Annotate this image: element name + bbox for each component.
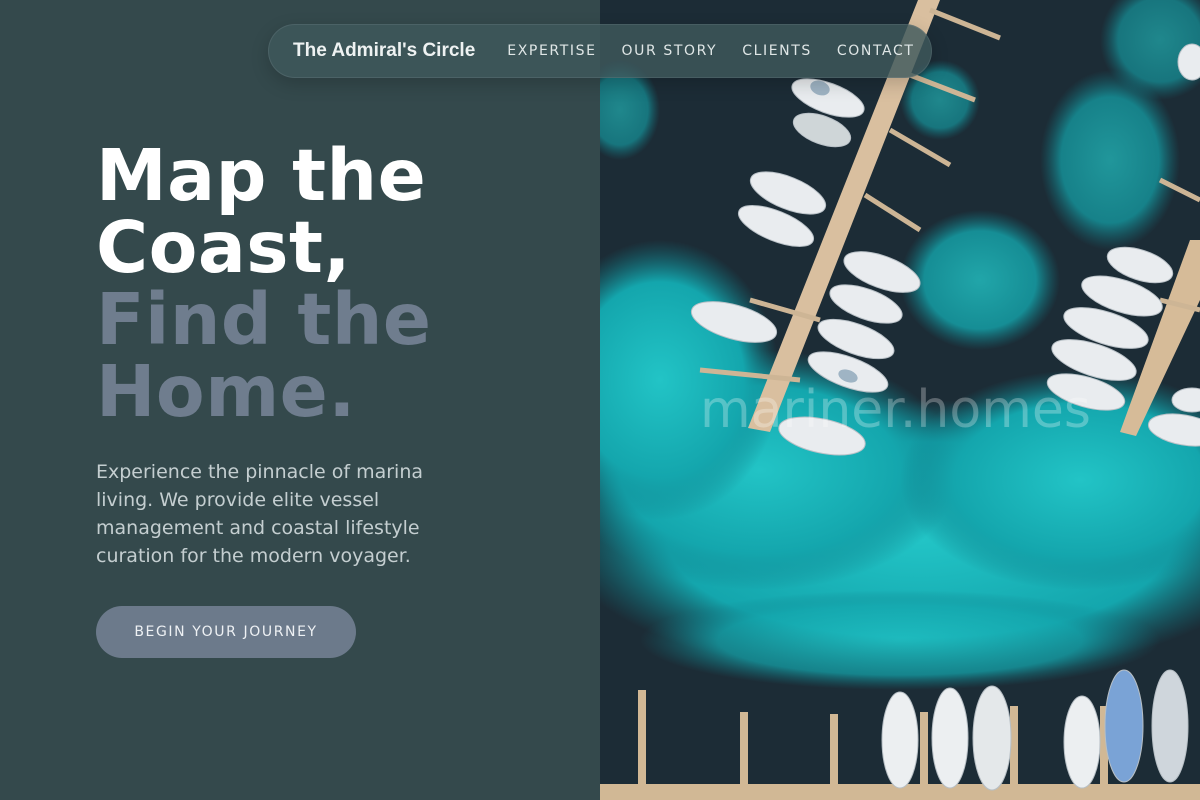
hero-section: Map the Coast, Find the Home. Experience… xyxy=(96,140,576,570)
top-navbar: The Admiral's Circle EXPERTISE OUR STORY… xyxy=(268,24,932,78)
headline-line-4: Home. xyxy=(96,350,356,433)
headline-line-1: Map the xyxy=(96,134,427,217)
hero-headline: Map the Coast, Find the Home. xyxy=(96,140,576,428)
hero-subtitle: Experience the pinnacle of marina living… xyxy=(96,461,424,567)
headline-line-3: Find the xyxy=(96,278,432,361)
nav-link-contact[interactable]: CONTACT xyxy=(837,43,915,59)
nav-link-expertise[interactable]: EXPERTISE xyxy=(507,43,596,59)
nav-link-our-story[interactable]: OUR STORY xyxy=(622,43,718,59)
begin-journey-button[interactable]: BEGIN YOUR JOURNEY xyxy=(96,606,356,658)
nav-links: EXPERTISE OUR STORY CLIENTS CONTACT xyxy=(507,43,914,59)
headline-line-2: Coast, xyxy=(96,206,351,289)
nav-link-clients[interactable]: CLIENTS xyxy=(742,43,812,59)
brand-logo[interactable]: The Admiral's Circle xyxy=(293,40,475,62)
image-watermark: mariner.homes xyxy=(700,380,1091,440)
